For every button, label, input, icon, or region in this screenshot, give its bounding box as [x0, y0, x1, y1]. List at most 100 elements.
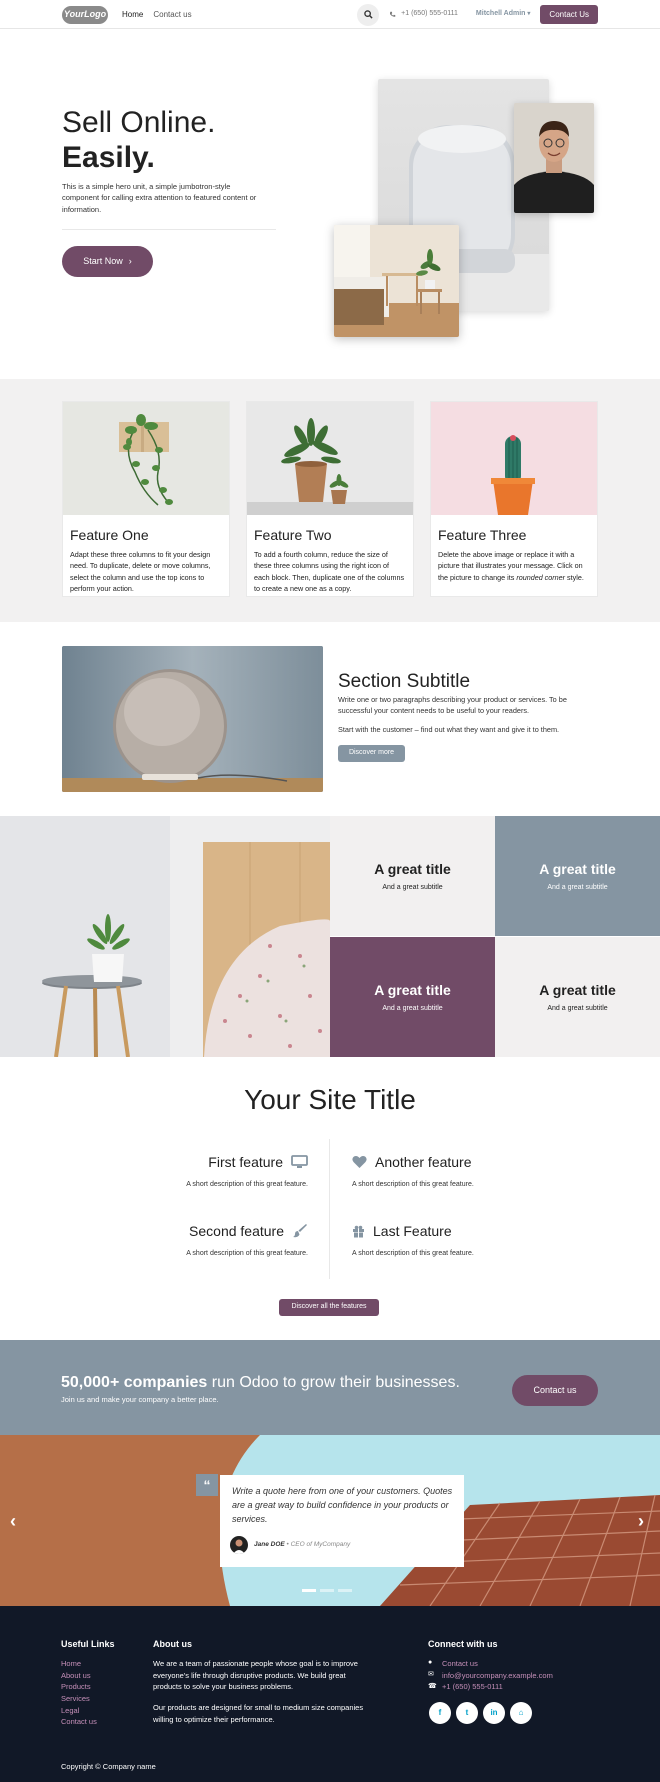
section-subtitle: Section Subtitle: [338, 671, 471, 692]
feature-item: First feature A short description of thi…: [148, 1152, 308, 1190]
cta-title: 50,000+ companies run Odoo to grow their…: [61, 1374, 460, 1391]
feature-item: Another feature A short description of t…: [352, 1152, 512, 1190]
about-text: Our products are designed for small to m…: [153, 1702, 364, 1724]
feature-item: Second feature A short description of th…: [148, 1221, 308, 1259]
quote-text: Write a quote here from one of your cust…: [232, 1486, 453, 1524]
footer-link-legal[interactable]: Legal: [61, 1705, 97, 1717]
divider: [62, 229, 276, 230]
author-role: • CEO of MyCompany: [284, 1541, 351, 1549]
card-title: Feature Three: [438, 527, 527, 543]
phone-icon: ☎: [428, 1682, 437, 1690]
footer-links-title: Useful Links: [61, 1639, 115, 1649]
feature-text: A short description of this great featur…: [352, 1181, 474, 1189]
feature-title: Last Feature: [373, 1223, 452, 1239]
tile-subtitle: And a great subtitle: [547, 1005, 608, 1013]
connect-contact-link[interactable]: Contact us: [442, 1658, 478, 1670]
features-section: Feature One Adapt these three columns to…: [0, 379, 660, 622]
cta-contact-button[interactable]: Contact us: [512, 1375, 598, 1406]
tile-subtitle: And a great subtitle: [382, 1005, 443, 1013]
carousel-dot[interactable]: [302, 1589, 316, 1592]
quote-card: “ Write a quote here from one of your cu…: [196, 1474, 464, 1567]
tile-subtitle: And a great subtitle: [547, 884, 608, 892]
paint-brush-icon: [293, 1224, 307, 1238]
avatar: [230, 1535, 248, 1554]
linkedin-icon[interactable]: in: [483, 1702, 505, 1724]
footer-connect: ● Contact us ✉ info@yourcompany.example.co…: [428, 1658, 553, 1693]
nav-home[interactable]: Home: [122, 9, 143, 21]
heart-icon: [352, 1156, 367, 1169]
envelope-icon: ✉: [428, 1671, 434, 1679]
bedroom-image: [0, 816, 330, 1057]
connect-phone-link[interactable]: +1 (650) 555-0111: [442, 1681, 503, 1693]
user-name: Mitchell Admin: [475, 10, 526, 18]
discover-features-button[interactable]: Discover all the features: [279, 1299, 379, 1316]
main-nav: Home Contact us: [122, 9, 192, 21]
twitter-icon[interactable]: t: [456, 1702, 478, 1724]
phone-number: +1 (650) 555-0111: [401, 10, 458, 18]
hero-portrait-image: [514, 103, 594, 213]
testimonial-carousel: ‹ › “ Write a quote here from one of you…: [0, 1435, 660, 1606]
footer-link-home[interactable]: Home: [61, 1658, 97, 1670]
cta-text: Join us and make your company a better p…: [61, 1395, 219, 1404]
footer-link-services[interactable]: Services: [61, 1693, 97, 1705]
footer-about-title: About us: [153, 1639, 192, 1649]
quote-icon: “: [196, 1474, 218, 1496]
cta-banner: 50,000+ companies run Odoo to grow their…: [0, 1340, 660, 1435]
footer: Useful Links Home About us Products Serv…: [0, 1606, 660, 1782]
feature-text: A short description of this great featur…: [186, 1250, 308, 1258]
facebook-icon[interactable]: f: [429, 1702, 451, 1724]
logo[interactable]: YourLogo: [62, 5, 108, 24]
footer-link-about[interactable]: About us: [61, 1670, 97, 1682]
home-icon[interactable]: ⌂: [510, 1702, 532, 1724]
subsection-text-1: Write one or two paragraphs describing y…: [338, 695, 567, 716]
card-text: Delete the above image or replace it wit…: [438, 550, 584, 582]
comment-icon: ●: [428, 1659, 433, 1667]
carousel-dot[interactable]: [320, 1589, 334, 1592]
start-now-button[interactable]: Start Now ›: [62, 246, 153, 277]
quote-author: Jane DOE • CEO of MyCompany: [230, 1535, 454, 1554]
phone-icon: [390, 11, 396, 17]
hero-text: This is a simple hero unit, a simple jum…: [62, 182, 257, 214]
feature-one-image: [63, 402, 229, 515]
nav-contact-us[interactable]: Contact us: [153, 9, 191, 21]
carousel-dot[interactable]: [338, 1589, 352, 1592]
tile-title: A great title: [374, 860, 451, 877]
footer-link-contact[interactable]: Contact us: [61, 1716, 97, 1728]
footer-about: We are a team of passionate people whose…: [153, 1658, 373, 1725]
search-button[interactable]: [357, 3, 380, 26]
feature-title: Second feature: [189, 1223, 284, 1239]
feature-three-image: [431, 402, 597, 515]
footer-connect-title: Connect with us: [428, 1639, 498, 1649]
card-text: To add a fourth column, reduce the size …: [254, 550, 405, 593]
carousel-indicators: [302, 1589, 352, 1592]
header-phone[interactable]: +1 (650) 555-0111: [389, 9, 458, 19]
header-contact-button[interactable]: Contact Us: [540, 4, 598, 25]
card-text: Adapt these three columns to fit your de…: [70, 550, 211, 593]
carousel-next-arrow[interactable]: ›: [638, 1508, 644, 1534]
hero-section: Sell Online. Easily. This is a simple her…: [0, 29, 660, 379]
subsection-text-2: Start with the customer – find out what …: [338, 725, 560, 734]
tile-subtitle: And a great subtitle: [382, 884, 443, 892]
tile-title: A great title: [374, 981, 451, 998]
search-icon: [363, 10, 373, 19]
feature-title: First feature: [208, 1154, 283, 1170]
tile-title: A great title: [539, 860, 616, 877]
discover-more-button[interactable]: Discover more: [338, 745, 405, 762]
card-title: Feature One: [70, 527, 149, 543]
feature-text: A short description of this great featur…: [352, 1250, 474, 1258]
hero-bedroom-image: [334, 225, 459, 337]
site-title: Your Site Title: [244, 1084, 416, 1115]
footer-link-products[interactable]: Products: [61, 1681, 97, 1693]
title-grid-section: A great title And a great subtitle A gre…: [0, 816, 660, 1057]
tile-title: A great title: [539, 981, 616, 998]
chevron-right-icon: ›: [128, 255, 132, 266]
author-name: Jane DOE: [254, 1541, 285, 1549]
card-title: Feature Two: [254, 527, 332, 543]
caret-down-icon: ▾: [527, 11, 531, 18]
carousel-prev-arrow[interactable]: ‹: [10, 1508, 16, 1534]
connect-email-link[interactable]: info@yourcompany.example.com: [442, 1670, 553, 1682]
header: YourLogo Home Contact us +1 (650) 555-01…: [0, 0, 660, 29]
user-menu[interactable]: Mitchell Admin ▾: [476, 9, 531, 19]
feature-two-image: [247, 402, 413, 515]
grid-tile: A great title And a great subtitle: [495, 937, 660, 1057]
